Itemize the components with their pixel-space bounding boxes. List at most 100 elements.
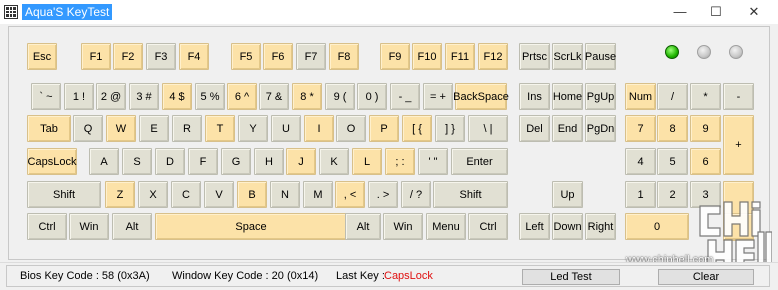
key-x: X bbox=[138, 181, 168, 208]
key-9: 9 ( bbox=[325, 83, 355, 110]
key-q: Q bbox=[73, 115, 103, 142]
key-f8: F8 bbox=[329, 43, 359, 70]
key-num1: 1 bbox=[625, 181, 656, 208]
key-up: Up bbox=[552, 181, 583, 208]
key-rwin: Win bbox=[383, 213, 423, 240]
key-period: . > bbox=[368, 181, 398, 208]
key-ralt: Alt bbox=[345, 213, 381, 240]
key-h: H bbox=[254, 148, 284, 175]
last-key-value: CapsLock bbox=[384, 270, 433, 282]
key-f7: F7 bbox=[296, 43, 326, 70]
key-k: K bbox=[319, 148, 349, 175]
key-c: C bbox=[171, 181, 201, 208]
key-ins: Ins bbox=[519, 83, 550, 110]
num-lock-led bbox=[665, 45, 679, 59]
window-key-code: Window Key Code : 20 (0x14) bbox=[172, 270, 319, 282]
key-l: L bbox=[352, 148, 382, 175]
key-m: M bbox=[303, 181, 333, 208]
key-6: 6 ^ bbox=[227, 83, 257, 110]
key-pgdn: PgDn bbox=[585, 115, 616, 142]
key-scrlk: ScrLk bbox=[552, 43, 583, 70]
key-quote: ' " bbox=[418, 148, 448, 175]
key-s: S bbox=[122, 148, 152, 175]
key-numplus: + bbox=[723, 115, 754, 175]
key-b: B bbox=[237, 181, 267, 208]
key-numdot bbox=[723, 213, 754, 240]
key-f6: F6 bbox=[263, 43, 293, 70]
key-numdiv: / bbox=[657, 83, 688, 110]
key-f12: F12 bbox=[478, 43, 508, 70]
key-3: 3 # bbox=[129, 83, 159, 110]
key-num0: 0 bbox=[625, 213, 689, 240]
key-minus: - _ bbox=[390, 83, 420, 110]
key-left: Left bbox=[519, 213, 550, 240]
key-f1: F1 bbox=[81, 43, 111, 70]
key-1: 1 ! bbox=[64, 83, 94, 110]
key-g: G bbox=[221, 148, 251, 175]
clear-button[interactable]: Clear bbox=[658, 269, 754, 285]
bios-key-code: Bios Key Code : 58 (0x3A) bbox=[20, 270, 150, 282]
key-num8: 8 bbox=[657, 115, 688, 142]
key-w: W bbox=[106, 115, 136, 142]
app-grid-icon[interactable] bbox=[4, 5, 18, 19]
key-2: 2 @ bbox=[96, 83, 126, 110]
key-rctrl: Ctrl bbox=[468, 213, 508, 240]
led-test-button[interactable]: Led Test bbox=[522, 269, 620, 285]
key-num2: 2 bbox=[657, 181, 688, 208]
last-key-label: Last Key : bbox=[336, 270, 385, 282]
key-num9: 9 bbox=[690, 115, 721, 142]
key-down: Down bbox=[552, 213, 583, 240]
key-j: J bbox=[286, 148, 316, 175]
key-4: 4 $ bbox=[162, 83, 192, 110]
status-bar: Bios Key Code : 58 (0x3A) Window Key Cod… bbox=[0, 262, 778, 290]
key-num5: 5 bbox=[657, 148, 688, 175]
key-f2: F2 bbox=[113, 43, 143, 70]
key-numsub: - bbox=[723, 83, 754, 110]
key-f11: F11 bbox=[445, 43, 475, 70]
key-num3: 3 bbox=[690, 181, 721, 208]
key-v: V bbox=[204, 181, 234, 208]
key-lshift: Shift bbox=[27, 181, 101, 208]
key-tab: Tab bbox=[27, 115, 71, 142]
key-nummul: * bbox=[690, 83, 721, 110]
key-pgup: PgUp bbox=[585, 83, 616, 110]
key-0: 0 ) bbox=[357, 83, 387, 110]
keyboard-panel: Esc F1 F2 F3 F4 F5 F6 F7 F8 F9 F10 F11 F12 Prtsc ScrLk… bbox=[8, 26, 770, 260]
close-button[interactable]: ✕ bbox=[734, 0, 774, 24]
key-7: 7 & bbox=[259, 83, 289, 110]
key-p: P bbox=[369, 115, 399, 142]
key-y: Y bbox=[238, 115, 268, 142]
minimize-button[interactable]: — bbox=[660, 0, 700, 24]
key-slash: / ? bbox=[401, 181, 431, 208]
key-rshift: Shift bbox=[433, 181, 508, 208]
key-f9: F9 bbox=[380, 43, 410, 70]
key-o: O bbox=[336, 115, 366, 142]
key-end: End bbox=[552, 115, 583, 142]
key-enter: Enter bbox=[451, 148, 508, 175]
key-lwin: Win bbox=[69, 213, 109, 240]
key-f4: F4 bbox=[179, 43, 209, 70]
title-bar: Aqua'S KeyTest — ☐ ✕ bbox=[0, 0, 778, 24]
key-5: 5 % bbox=[195, 83, 225, 110]
key-d: D bbox=[155, 148, 185, 175]
key-r: R bbox=[172, 115, 202, 142]
maximize-button[interactable]: ☐ bbox=[696, 0, 736, 24]
key-home: Home bbox=[552, 83, 583, 110]
key-f5: F5 bbox=[231, 43, 261, 70]
key-lbracket: [ { bbox=[402, 115, 432, 142]
key-semicolon: ; : bbox=[385, 148, 415, 175]
key-f3: F3 bbox=[146, 43, 176, 70]
key-num6: 6 bbox=[690, 148, 721, 175]
key-a: A bbox=[89, 148, 119, 175]
key-t: T bbox=[205, 115, 235, 142]
key-f10: F10 bbox=[412, 43, 442, 70]
key-i: I bbox=[304, 115, 334, 142]
key-f: F bbox=[188, 148, 218, 175]
key-num7: 7 bbox=[625, 115, 656, 142]
key-space: Space bbox=[155, 213, 347, 240]
key-del: Del bbox=[519, 115, 550, 142]
key-rbracket: ] } bbox=[435, 115, 465, 142]
scroll-lock-led bbox=[729, 45, 743, 59]
key-esc: Esc bbox=[27, 43, 57, 70]
key-capslock: CapsLock bbox=[27, 148, 77, 175]
